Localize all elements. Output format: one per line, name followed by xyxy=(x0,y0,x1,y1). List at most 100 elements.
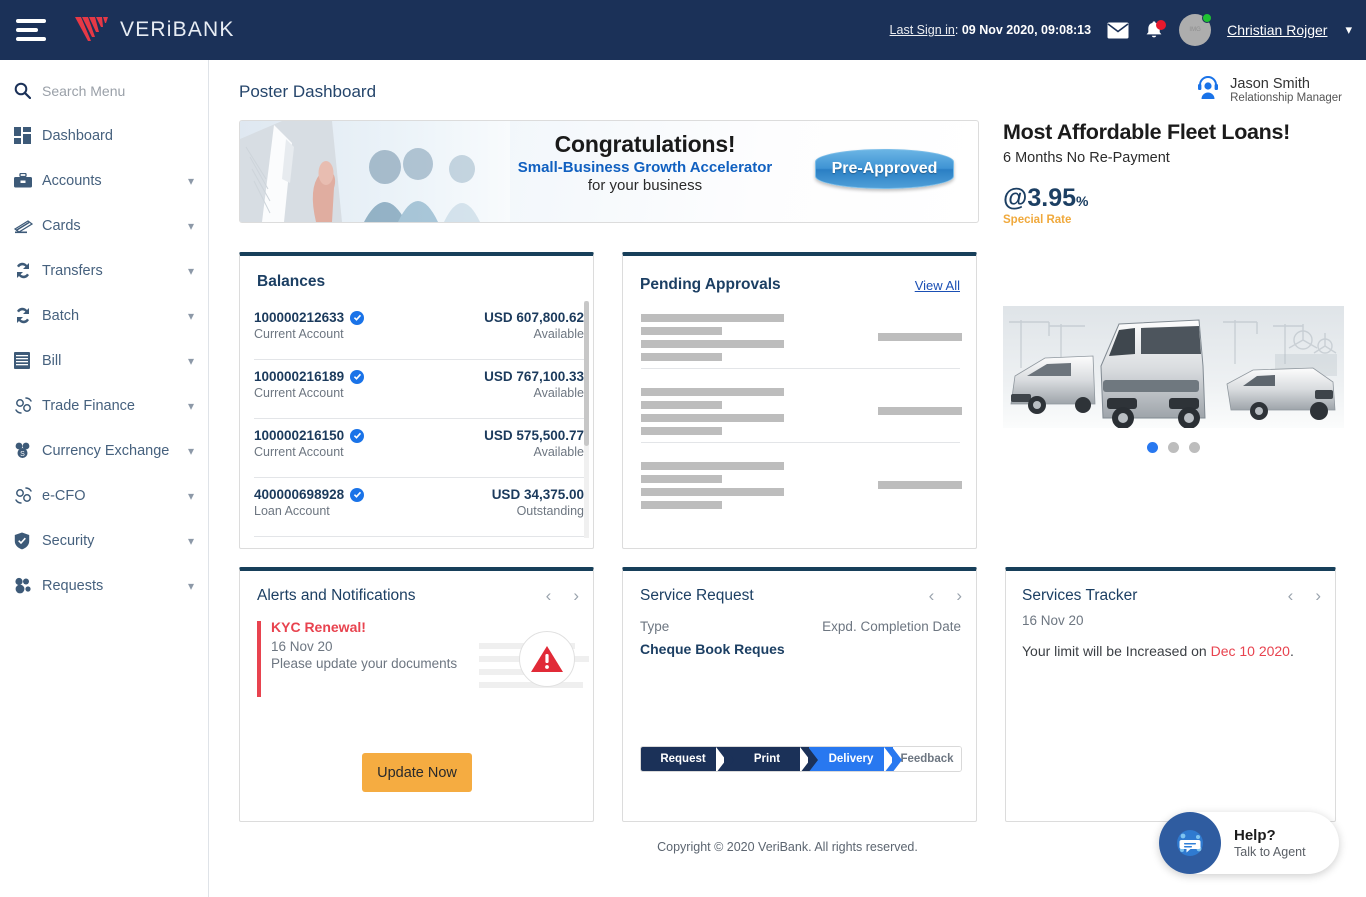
banner-photo xyxy=(240,121,510,222)
step-label: Delivery xyxy=(828,753,874,765)
balance-row[interactable]: 100000212633 Current Account USD 607,800… xyxy=(254,301,584,360)
top-header-bar: VERiBANK Last Sign in: 09 Nov 2020, 09:0… xyxy=(0,0,1366,60)
scrollbar-thumb[interactable] xyxy=(584,301,589,446)
chevron-down-icon[interactable]: ▾ xyxy=(188,400,194,412)
balances-list[interactable]: 100000212633 Current Account USD 607,800… xyxy=(254,301,584,541)
update-now-button[interactable]: Update Now xyxy=(362,753,472,792)
banner-tagline: for your business xyxy=(587,177,703,194)
notification-badge xyxy=(1156,20,1167,30)
tracker-message: Your limit will be Increased on Dec 10 2… xyxy=(1022,643,1294,659)
sidebar: Dashboard Accounts ▾ Cards ▾ xyxy=(0,60,209,897)
sidebar-label: Dashboard xyxy=(42,127,113,144)
alert-title: KYC Renewal! xyxy=(271,619,366,635)
search-input[interactable] xyxy=(42,82,192,99)
pre-approved-button[interactable]: Pre-Approved xyxy=(815,149,954,189)
hamburger-menu-icon[interactable] xyxy=(16,19,62,41)
svg-text:S: S xyxy=(20,451,25,458)
support-agent-icon xyxy=(1195,74,1221,105)
account-type: Current Account xyxy=(254,386,344,400)
chevron-right-icon[interactable]: › xyxy=(956,587,962,604)
chevron-down-icon[interactable]: ▾ xyxy=(188,220,194,232)
promo-rate-value: @3.95 xyxy=(1003,184,1077,212)
fleet-loans-promo[interactable]: Most Affordable Fleet Loans! 6 Months No… xyxy=(1003,120,1344,554)
sidebar-label: Batch xyxy=(42,307,80,324)
placeholder-group xyxy=(641,314,784,366)
sidebar-item-trade-finance[interactable]: Trade Finance ▾ xyxy=(0,383,208,428)
chat-bubble-icon xyxy=(1159,812,1221,874)
sidebar-label: e-CFO xyxy=(42,487,86,504)
chevron-down-icon[interactable]: ▾ xyxy=(188,445,194,457)
shield-icon xyxy=(14,532,42,550)
chevron-down-icon[interactable]: ▾ xyxy=(188,265,194,277)
view-all-link[interactable]: View All xyxy=(915,278,960,293)
account-status: Outstanding xyxy=(516,504,584,518)
sidebar-item-transfers[interactable]: Transfers ▾ xyxy=(0,248,208,293)
chevron-down-icon[interactable]: ▾ xyxy=(188,175,194,187)
help-chat-widget[interactable]: Help? Talk to Agent xyxy=(1159,812,1339,874)
sidebar-item-ecfo[interactable]: e-CFO ▾ xyxy=(0,473,208,518)
sidebar-item-dashboard[interactable]: Dashboard xyxy=(0,113,208,158)
balances-title: Balances xyxy=(257,273,326,290)
promo-rate-note: Special Rate xyxy=(1003,214,1072,226)
balance-row[interactable]: 400000698928 Loan Account USD 34,375.00 … xyxy=(254,478,584,537)
service-request-title: Service Request xyxy=(640,587,754,604)
step-delivery[interactable]: Delivery xyxy=(809,747,902,771)
account-type: Current Account xyxy=(254,327,344,341)
step-feedback[interactable]: Feedback xyxy=(893,747,961,771)
mail-icon[interactable] xyxy=(1107,22,1129,39)
alert-accent-bar xyxy=(257,621,261,697)
notification-bell-icon[interactable] xyxy=(1145,20,1167,40)
balances-scrollbar[interactable] xyxy=(584,301,589,538)
user-name[interactable]: Christian Rojger xyxy=(1227,22,1327,38)
type-label: Type xyxy=(640,619,670,634)
sidebar-item-accounts[interactable]: Accounts ▾ xyxy=(0,158,208,203)
last-signin-label: Last Sign in xyxy=(889,23,955,37)
carousel-dot-2[interactable] xyxy=(1168,442,1179,453)
pending-approvals-title: Pending Approvals xyxy=(640,276,781,293)
chevron-down-icon[interactable]: ▾ xyxy=(188,490,194,502)
carousel-dot-1[interactable] xyxy=(1147,442,1158,453)
chevron-down-icon[interactable]: ▾ xyxy=(188,580,194,592)
balance-row[interactable]: 100000216189 Current Account USD 767,100… xyxy=(254,360,584,419)
banner-headline: Congratulations! xyxy=(554,131,736,157)
avatar[interactable]: IMG xyxy=(1179,13,1213,46)
sidebar-label: Trade Finance xyxy=(42,397,135,414)
alerts-title: Alerts and Notifications xyxy=(257,587,416,604)
sidebar-label: Accounts xyxy=(42,172,102,189)
fleet-vans-image xyxy=(1003,306,1344,428)
brand-logo[interactable]: VERiBANK xyxy=(74,15,235,45)
chevron-left-icon[interactable]: ‹ xyxy=(546,587,552,604)
sidebar-item-cards[interactable]: Cards ▾ xyxy=(0,203,208,248)
sidebar-item-bill[interactable]: Bill ▾ xyxy=(0,338,208,383)
tracker-message-suffix: . xyxy=(1289,643,1294,659)
search-menu-row[interactable] xyxy=(0,68,208,113)
user-menu-chevron-down-icon[interactable]: ▾ xyxy=(1345,22,1352,38)
rm-role: Relationship Manager xyxy=(1230,91,1342,104)
chevron-left-icon[interactable]: ‹ xyxy=(1288,587,1294,604)
chevron-right-icon[interactable]: › xyxy=(573,587,579,604)
chevron-down-icon[interactable]: ▾ xyxy=(188,355,194,367)
promo-banner[interactable]: Congratulations! Small-Business Growth A… xyxy=(239,120,979,223)
coins-icon: S xyxy=(14,442,42,459)
sidebar-label: Security xyxy=(42,532,95,549)
chevron-down-icon[interactable]: ▾ xyxy=(188,310,194,322)
carousel-dots[interactable] xyxy=(1003,442,1344,453)
chevron-left-icon[interactable]: ‹ xyxy=(929,587,935,604)
carousel-dot-3[interactable] xyxy=(1189,442,1200,453)
grid-icon xyxy=(14,127,42,144)
sidebar-item-security[interactable]: Security ▾ xyxy=(0,518,208,563)
balance-row[interactable]: 100000216150 Current Account USD 575,500… xyxy=(254,419,584,478)
alert-message: Please update your documents xyxy=(271,656,458,671)
sidebar-label: Cards xyxy=(42,217,81,234)
sidebar-item-currency-exchange[interactable]: S Currency Exchange ▾ xyxy=(0,428,208,473)
sidebar-item-requests[interactable]: Requests ▾ xyxy=(0,563,208,608)
chevron-right-icon[interactable]: › xyxy=(1315,587,1321,604)
sidebar-item-batch[interactable]: Batch ▾ xyxy=(0,293,208,338)
step-request[interactable]: Request xyxy=(641,747,734,771)
placeholder-group xyxy=(641,388,784,440)
step-print[interactable]: Print xyxy=(725,747,818,771)
completion-date-label: Expd. Completion Date xyxy=(822,619,961,634)
placeholder-right-bar xyxy=(878,481,962,489)
chevron-down-icon[interactable]: ▾ xyxy=(188,535,194,547)
alert-date: 16 Nov 20 xyxy=(271,639,333,654)
